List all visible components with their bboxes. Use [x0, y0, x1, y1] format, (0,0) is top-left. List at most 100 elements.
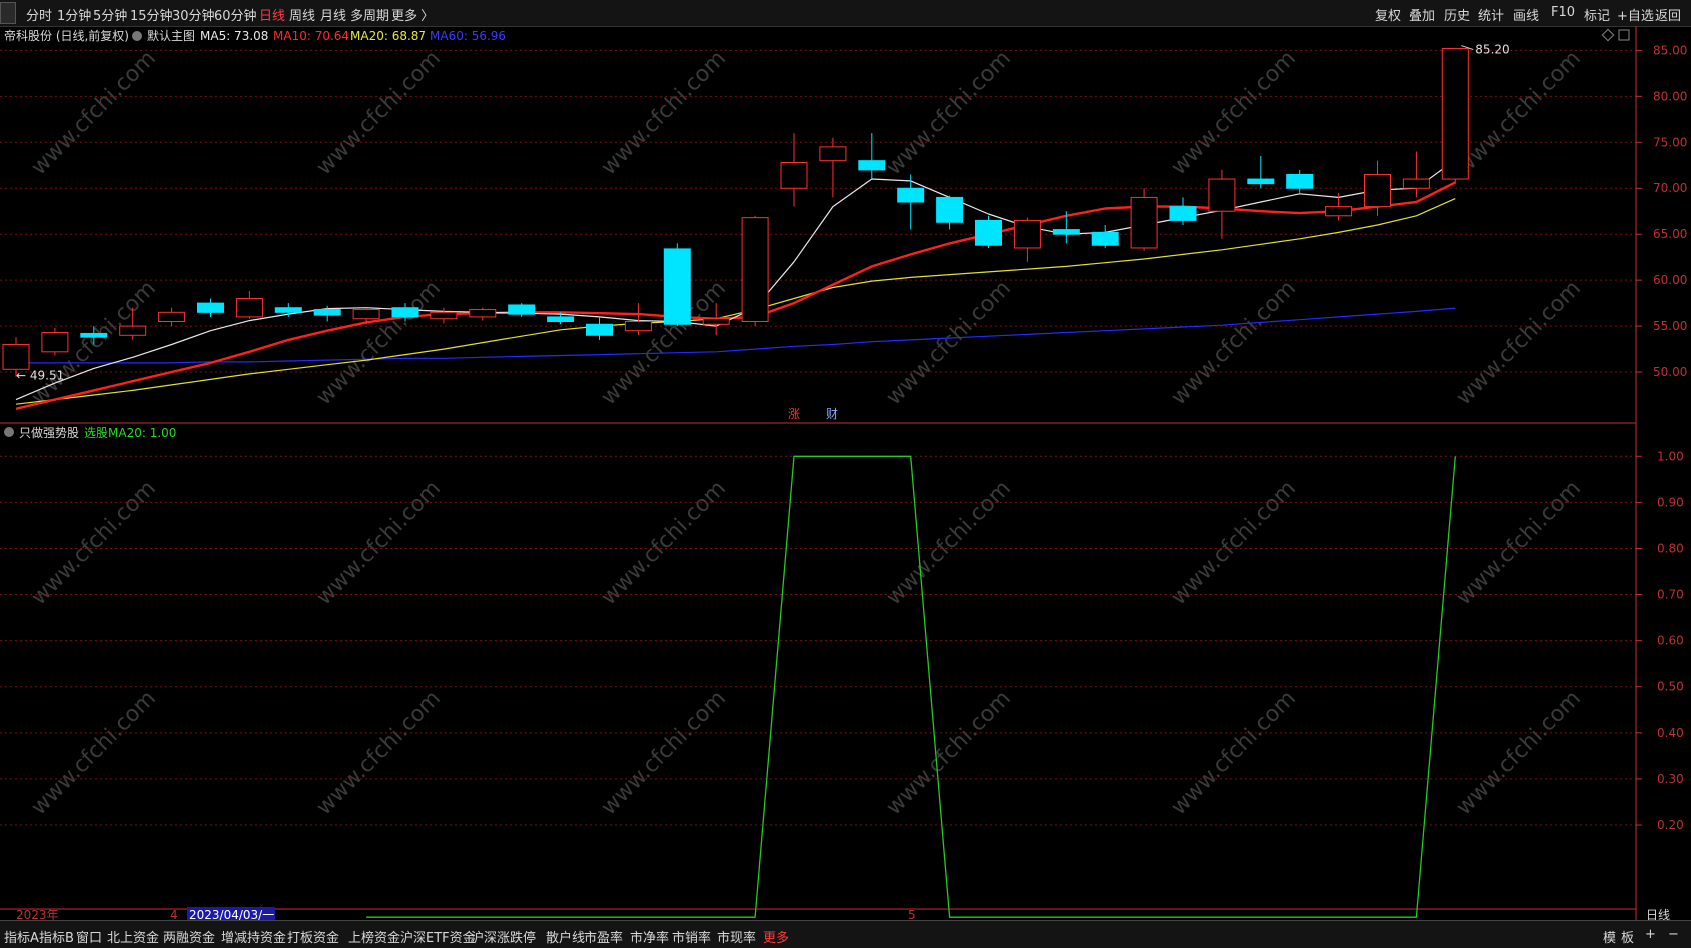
indicator-tab-bar: 指标A 指标B 窗口 北上资金 两融资金 增减持资金 打板资金 上榜资金 沪深ETF资金 沪深涨跌… [0, 920, 1691, 948]
watermark-text: www.cfchi.com [882, 686, 1016, 820]
candle-body [1169, 206, 1197, 221]
candle-body [2, 343, 30, 370]
bottom-control-1[interactable]: 板 [1621, 927, 1634, 946]
period-tab-6[interactable]: 日线 [259, 5, 285, 24]
candle-body [1402, 178, 1430, 189]
candle-body [975, 219, 1002, 246]
period-tab-0[interactable]: 分时 [26, 5, 52, 24]
period-tab-4[interactable]: 30分钟 [172, 5, 215, 24]
diamond-icon[interactable] [1601, 28, 1615, 42]
bottom-tab-8[interactable]: 沪深ETF资金 [400, 927, 476, 946]
watermark-text: www.cfchi.com [882, 46, 1016, 180]
watermark-text: www.cfchi.com [27, 46, 161, 180]
period-tab-3[interactable]: 15分钟 [130, 5, 173, 24]
period-tab-9[interactable]: 多周期 [350, 5, 389, 24]
watermark-text: www.cfchi.com [312, 686, 446, 820]
period-tab-5[interactable]: 60分钟 [214, 5, 257, 24]
tool-button-0[interactable]: 复权 [1375, 5, 1401, 24]
bottom-tab-14[interactable]: 市现率 [717, 927, 756, 946]
candle-body [391, 307, 419, 318]
high-price-label: 85.20 [1475, 43, 1509, 57]
candle-body [1364, 173, 1391, 208]
month-label: 4 [170, 908, 178, 920]
tool-button-8[interactable]: 返回 [1655, 5, 1681, 24]
candle-body [508, 304, 536, 315]
period-tab-1[interactable]: 1分钟 [57, 5, 91, 24]
bottom-tab-15[interactable]: 更多 [763, 927, 789, 946]
candle-body [780, 162, 808, 189]
signal-tick-label: 0.40 [1657, 726, 1684, 740]
bottom-tab-0[interactable]: 指标A [4, 927, 39, 946]
limit-up-marker: 涨 [788, 406, 800, 421]
bottom-tab-9[interactable]: 沪深涨跌停 [471, 927, 536, 946]
price-tick-label: 85.00 [1653, 43, 1687, 57]
candle-body [663, 248, 691, 325]
ma10-line [15, 181, 1456, 410]
bottom-tab-10[interactable]: 散户线 [546, 927, 585, 946]
bottom-tab-5[interactable]: 增减持资金 [221, 927, 286, 946]
dropdown-icon[interactable] [4, 427, 14, 437]
bottom-control-3[interactable]: − [1668, 927, 1679, 942]
signal-value-label: 选股MA20: 1.00 [84, 426, 176, 440]
price-tick-label: 80.00 [1653, 89, 1687, 103]
watermark-text: www.cfchi.com [312, 276, 446, 410]
bottom-tab-12[interactable]: 市净率 [630, 927, 669, 946]
candle-body [897, 187, 925, 203]
sub-indicator-name: 只做强势股 [19, 425, 79, 440]
signal-tick-label: 0.60 [1657, 634, 1684, 648]
tool-button-4[interactable]: 画线 [1513, 5, 1539, 24]
candle-body [586, 323, 613, 336]
signal-tick-label: 0.90 [1657, 495, 1684, 509]
signal-tick-label: 0.50 [1657, 680, 1684, 694]
chart-area: www.cfchi.com www.cfchi.com www.cfchi.com w… [0, 26, 1687, 920]
period-tab-8[interactable]: 月线 [320, 5, 346, 24]
watermark-text: www.cfchi.com [1167, 686, 1301, 820]
ma-label-1: MA10: 70.64 [273, 29, 349, 43]
watermark-text: www.cfchi.com [27, 686, 161, 820]
period-tab-2[interactable]: 5分钟 [93, 5, 127, 24]
bottom-tab-2[interactable]: 窗口 [76, 927, 102, 946]
bottom-tab-4[interactable]: 两融资金 [163, 927, 215, 946]
signal-tick-label: 0.30 [1657, 772, 1684, 786]
watermark-text: www.cfchi.com [312, 46, 446, 180]
candle-body [430, 311, 458, 320]
tool-button-5[interactable]: F10 [1551, 5, 1575, 20]
tool-button-1[interactable]: 叠加 [1409, 5, 1435, 24]
candle-body [1208, 178, 1236, 212]
period-tab-10[interactable]: 更多 〉 [391, 5, 434, 24]
tool-button-7[interactable]: +自选 [1617, 5, 1654, 24]
period-tab-7[interactable]: 周线 [289, 5, 315, 24]
tool-button-2[interactable]: 历史 [1444, 5, 1470, 24]
watermark-text: www.cfchi.com [27, 476, 161, 610]
bottom-tab-6[interactable]: 打板资金 [287, 927, 339, 946]
candle-body [197, 302, 224, 313]
bottom-tab-11[interactable]: 市盈率 [584, 927, 623, 946]
window-icon[interactable] [1618, 29, 1630, 41]
signal-tick-label: 0.70 [1657, 588, 1684, 602]
period-toolbar: 分时 1分钟 5分钟 15分钟 30分钟 60分钟 日线 周线 月线 多周期 更多 〉 复权 叠加 历史统… [0, 0, 1691, 27]
candle-body [1325, 206, 1353, 217]
candle-body [547, 316, 575, 322]
low-price-label: ← 49.51 [16, 369, 64, 383]
price-tick-label: 70.00 [1653, 181, 1687, 195]
ma-label-2: MA20: 68.87 [350, 29, 426, 43]
bottom-control-0[interactable]: 模 [1603, 927, 1616, 946]
ma20-line [15, 198, 1456, 405]
restore-icon[interactable] [0, 2, 16, 24]
dropdown-icon[interactable] [132, 31, 142, 41]
grid-lines [0, 26, 1637, 920]
price-tick-label: 65.00 [1653, 227, 1687, 241]
watermark-text: www.cfchi.com [882, 276, 1016, 410]
candle-body [352, 309, 380, 320]
tool-button-3[interactable]: 统计 [1478, 5, 1504, 24]
bottom-tab-1[interactable]: 指标B [39, 927, 74, 946]
period-label: 日线 [1646, 908, 1670, 920]
bottom-tab-3[interactable]: 北上资金 [107, 927, 159, 946]
bottom-tab-7[interactable]: 上榜资金 [348, 927, 400, 946]
candle-body [1247, 178, 1275, 185]
bottom-control-2[interactable]: + [1645, 927, 1656, 942]
bottom-tab-13[interactable]: 市销率 [672, 927, 711, 946]
candle-body [469, 309, 497, 318]
tool-button-6[interactable]: 标记 [1584, 5, 1610, 24]
price-tick-label: 60.00 [1653, 273, 1687, 287]
